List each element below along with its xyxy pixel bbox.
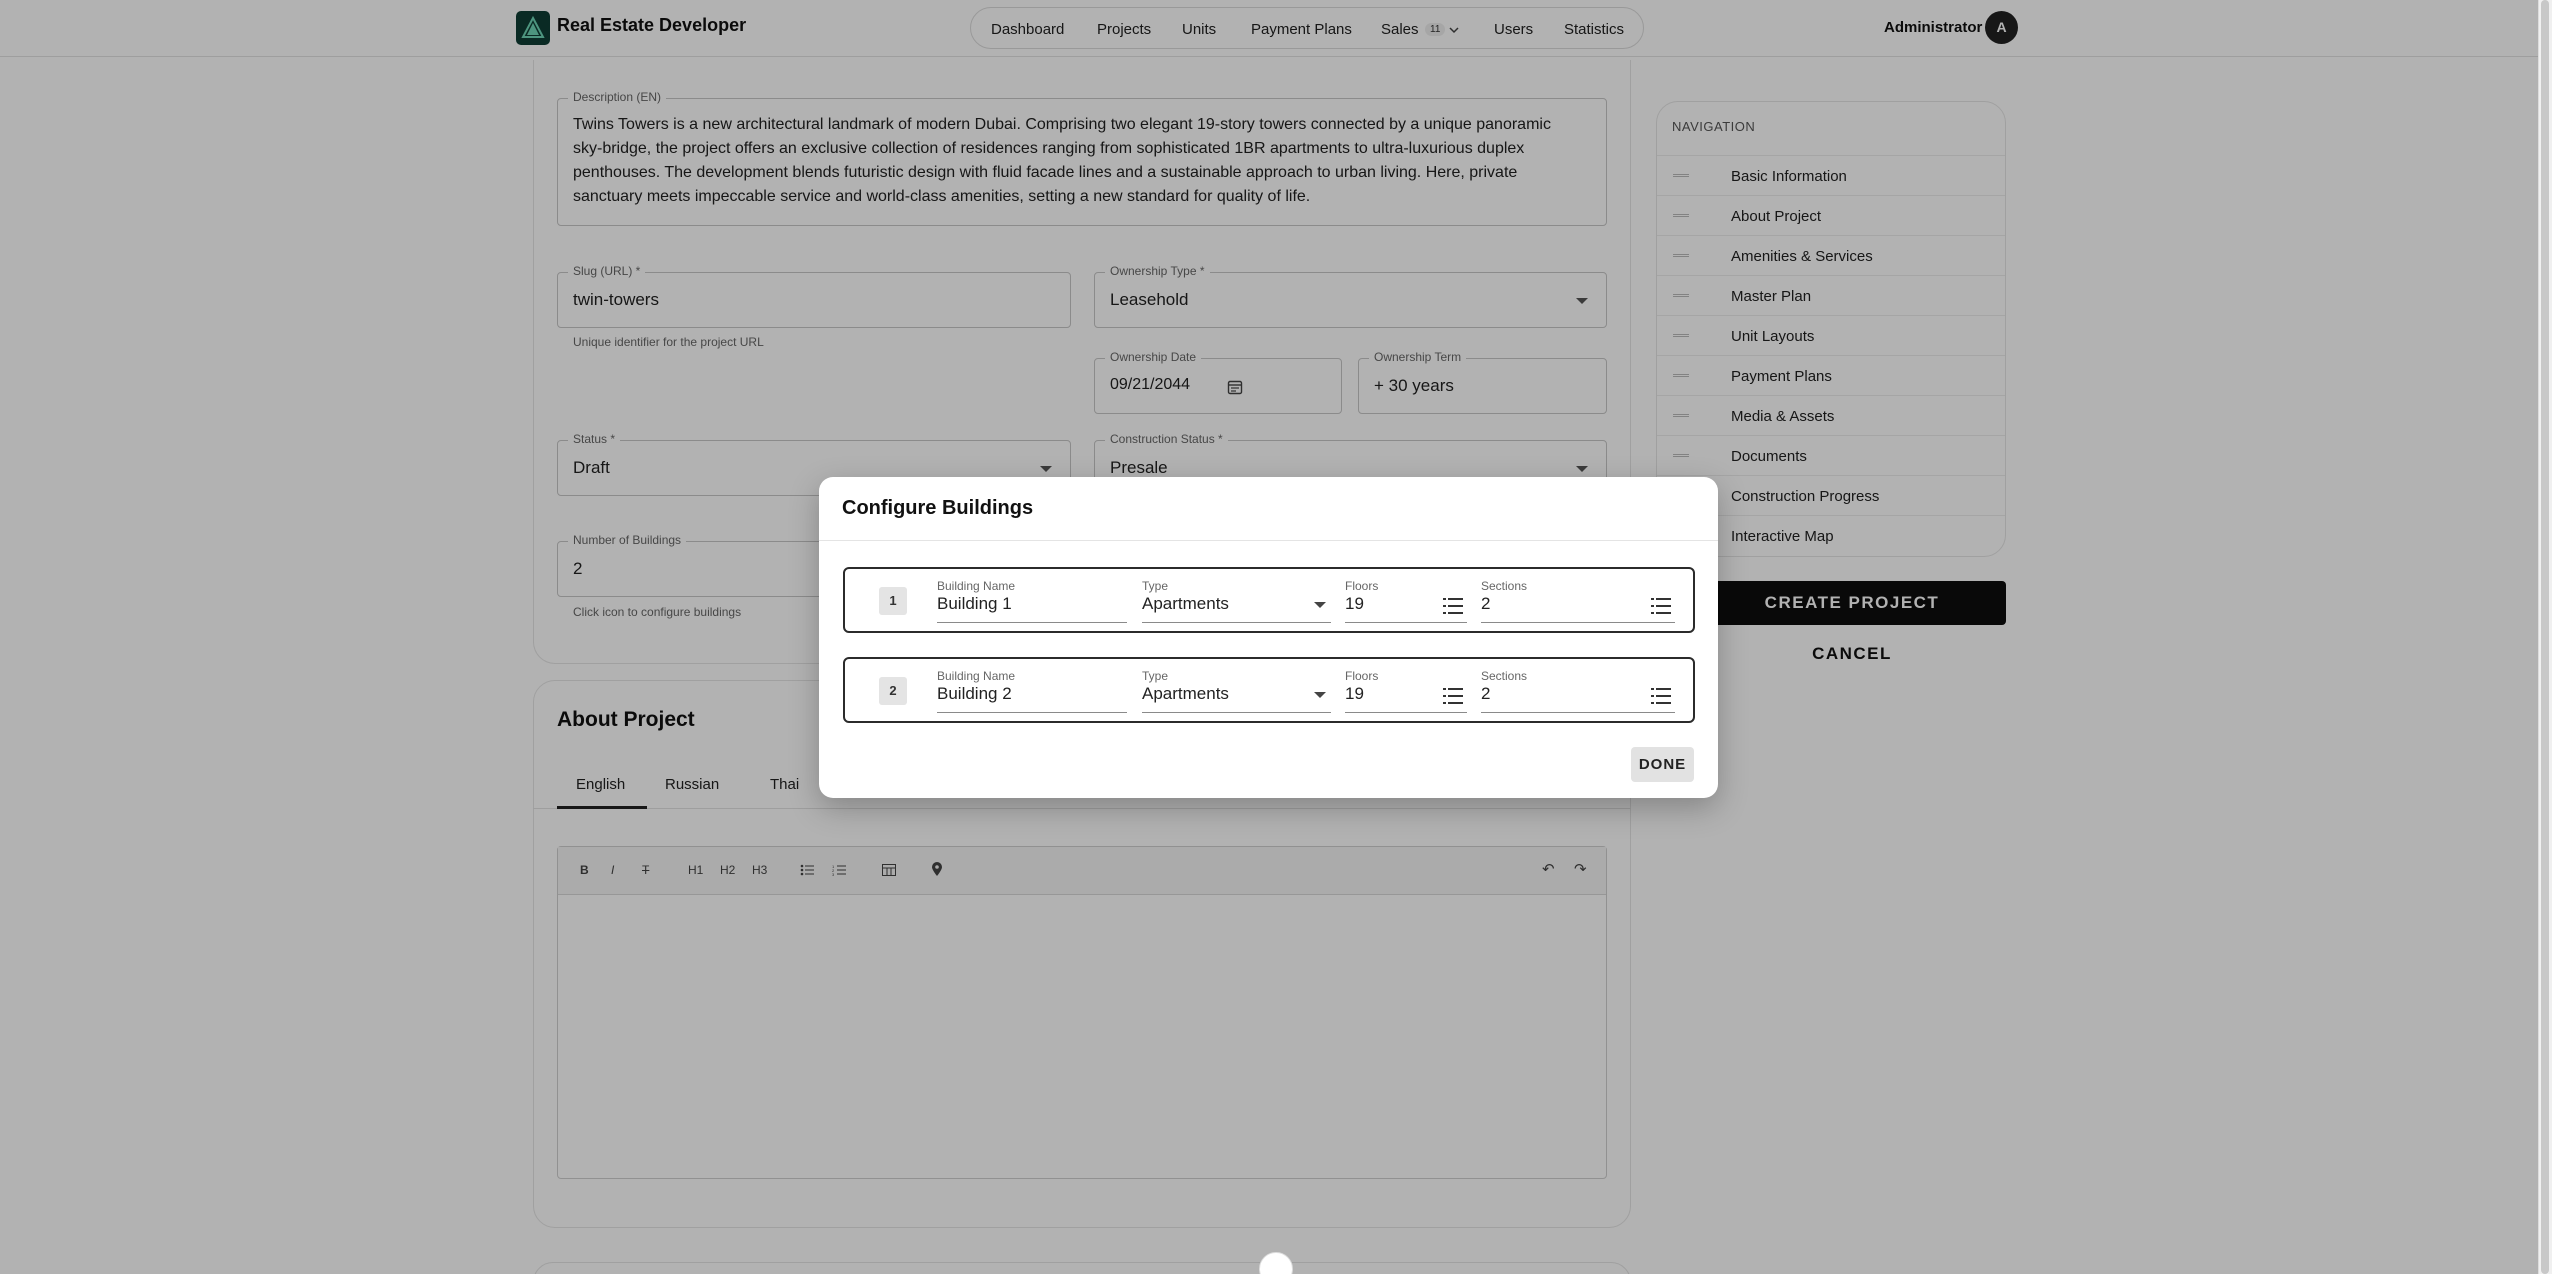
list-icon[interactable] bbox=[1651, 597, 1671, 615]
floors-value: 19 bbox=[1345, 684, 1364, 703]
building-name-label: Building Name bbox=[937, 579, 1016, 593]
dialog-divider bbox=[819, 540, 1718, 541]
sections-value: 2 bbox=[1481, 684, 1491, 703]
done-button[interactable]: DONE bbox=[1631, 747, 1694, 782]
scrollbar-thumb[interactable] bbox=[2541, 0, 2549, 1274]
building-row: 1 Building Name Building 1 Type Apartmen… bbox=[843, 567, 1695, 633]
building-name-input[interactable]: Building Name Building 1 bbox=[937, 579, 1127, 623]
building-type-label: Type bbox=[1142, 669, 1169, 683]
sections-input[interactable]: Sections 2 bbox=[1481, 669, 1675, 713]
building-type-select[interactable]: Type Apartments bbox=[1142, 669, 1331, 713]
building-type-label: Type bbox=[1142, 579, 1169, 593]
building-name-input[interactable]: Building Name Building 2 bbox=[937, 669, 1127, 713]
building-number: 2 bbox=[879, 677, 907, 705]
building-type-select[interactable]: Type Apartments bbox=[1142, 579, 1331, 623]
building-number: 1 bbox=[879, 587, 907, 615]
floors-input[interactable]: Floors 19 bbox=[1345, 669, 1467, 713]
building-row: 2 Building Name Building 2 Type Apartmen… bbox=[843, 657, 1695, 723]
sections-label: Sections bbox=[1481, 669, 1528, 683]
dropdown-arrow-icon bbox=[1314, 602, 1326, 608]
sections-input[interactable]: Sections 2 bbox=[1481, 579, 1675, 623]
building-name-value: Building 1 bbox=[937, 594, 1012, 613]
sections-value: 2 bbox=[1481, 594, 1491, 613]
building-name-label: Building Name bbox=[937, 669, 1016, 683]
floors-label: Floors bbox=[1345, 579, 1379, 593]
building-type-value: Apartments bbox=[1142, 594, 1229, 613]
floors-label: Floors bbox=[1345, 669, 1379, 683]
list-icon[interactable] bbox=[1443, 597, 1463, 615]
floors-input[interactable]: Floors 19 bbox=[1345, 579, 1467, 623]
configure-buildings-dialog bbox=[819, 477, 1718, 798]
list-icon[interactable] bbox=[1443, 687, 1463, 705]
building-name-value: Building 2 bbox=[937, 684, 1012, 703]
dropdown-arrow-icon bbox=[1314, 692, 1326, 698]
dialog-title: Configure Buildings bbox=[842, 497, 1034, 519]
building-type-value: Apartments bbox=[1142, 684, 1229, 703]
list-icon[interactable] bbox=[1651, 687, 1671, 705]
floors-value: 19 bbox=[1345, 594, 1364, 613]
sections-label: Sections bbox=[1481, 579, 1528, 593]
